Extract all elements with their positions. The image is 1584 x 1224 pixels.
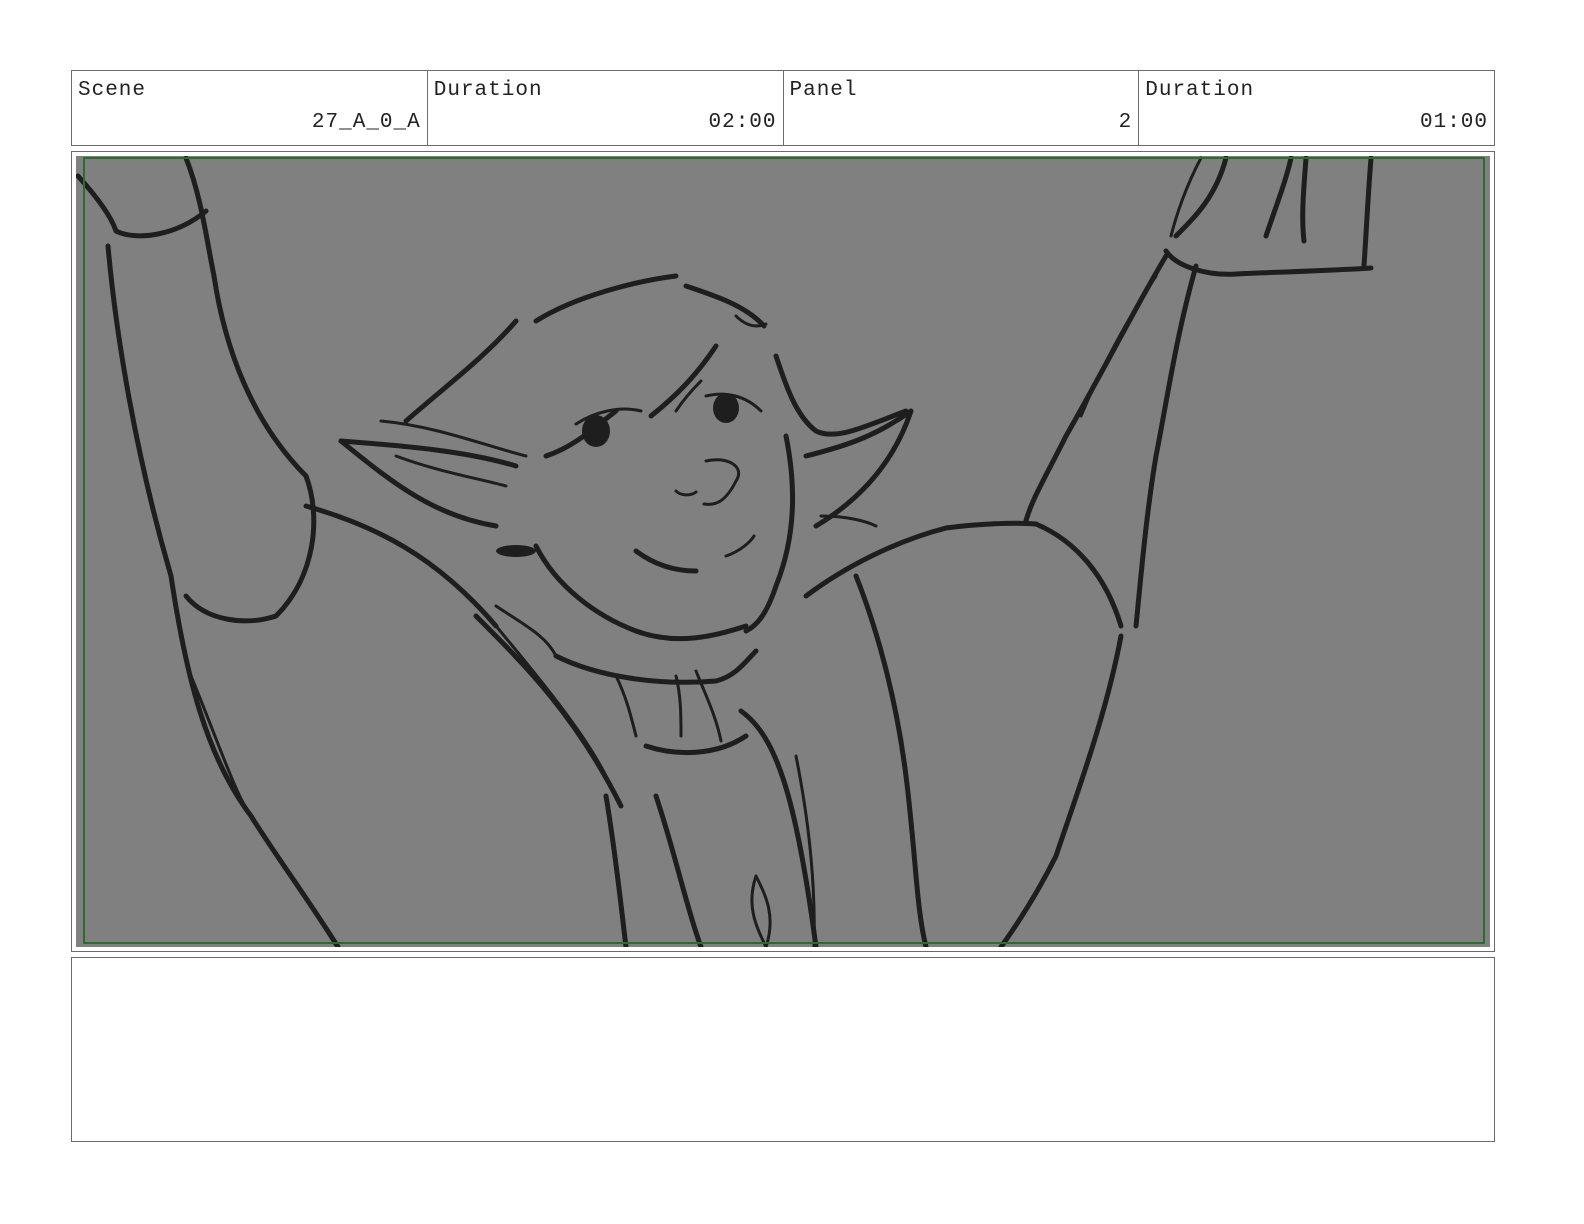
panel-duration-value: 01:00	[1419, 111, 1488, 134]
panel-cell: Panel 2	[784, 71, 1140, 145]
scene-duration-value: 02:00	[708, 111, 777, 134]
scene-duration-label: Duration	[433, 79, 543, 102]
sketch-image	[76, 156, 1490, 947]
panel-duration-label: Duration	[1145, 79, 1255, 102]
panel-duration-cell: Duration 01:00	[1139, 71, 1494, 145]
panel-frame	[71, 151, 1495, 952]
panel-value: 2	[1118, 111, 1133, 134]
scene-cell: Scene 27_A_0_A	[72, 71, 428, 145]
panel-label: Panel	[789, 79, 858, 102]
scene-label: Scene	[78, 79, 147, 102]
storyboard-header: Scene 27_A_0_A Duration 02:00 Panel 2 Du…	[71, 70, 1495, 146]
scene-value: 27_A_0_A	[311, 111, 421, 134]
scene-duration-cell: Duration 02:00	[428, 71, 784, 145]
character-sketch	[76, 156, 1374, 947]
notes-box[interactable]	[71, 957, 1495, 1142]
